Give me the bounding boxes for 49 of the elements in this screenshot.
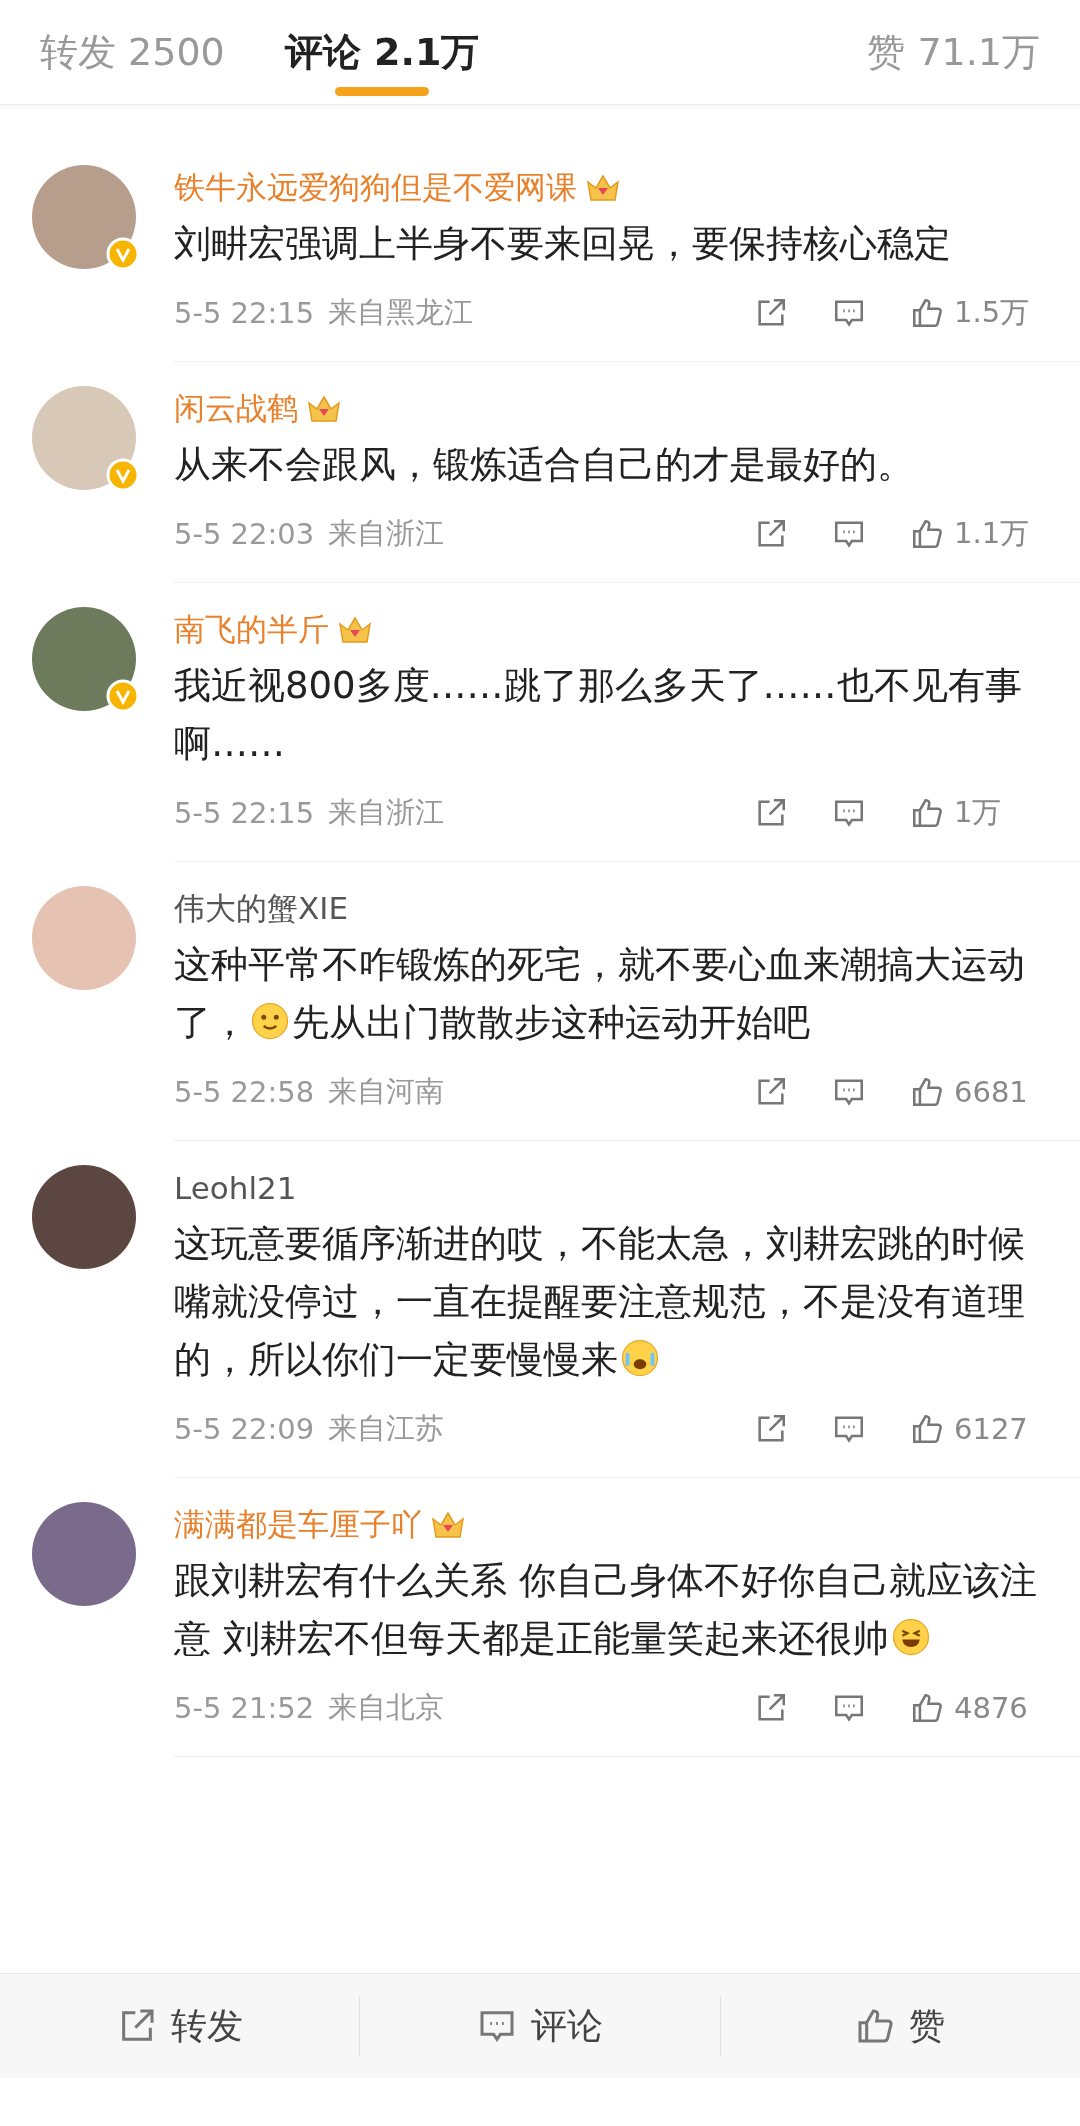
- comment-location: 来自黑龙江: [328, 294, 474, 331]
- share-bar-button[interactable]: 转发: [0, 1996, 361, 2056]
- comment-text: 这玩意要循序渐进的哎，不能太急，刘耕宏跳的时候嘴就没停过，一直在提醒要注意规范，不是没有道理的，所以你们一定要慢慢来: [174, 1221, 1026, 1383]
- thumbs-up-icon: [910, 296, 944, 330]
- crown-icon: [337, 614, 373, 646]
- comment-time: 5-5 22:03: [174, 517, 315, 551]
- comment-time: 5-5 22:58: [174, 1075, 315, 1109]
- thumbs-up-icon: [910, 517, 944, 551]
- like-bar-button[interactable]: 赞: [720, 1996, 1080, 2056]
- comment-location: 来自江苏: [328, 1410, 445, 1447]
- comment-location: 来自浙江: [328, 515, 445, 552]
- crown-icon: [430, 1509, 466, 1541]
- comment-time: 5-5 22:09: [174, 1412, 315, 1446]
- user-name[interactable]: Leohl21: [174, 1170, 297, 1206]
- like-button[interactable]: 1万: [910, 793, 1040, 833]
- user-name[interactable]: 伟大的蟹XIE: [174, 888, 348, 930]
- thumbs-up-icon: [910, 1691, 944, 1725]
- comment-text: 这种平常不咋锻炼的死宅，就不要心血来潮搞大运动了， 先从出门散散步这种运动开始吧: [174, 942, 1026, 1046]
- emoji-icon: [620, 1338, 660, 1378]
- crown-icon: [306, 393, 342, 425]
- comment-location: 来自浙江: [328, 794, 445, 831]
- crown-icon: [585, 172, 621, 204]
- like-button[interactable]: 6127: [910, 1412, 1040, 1446]
- comment-location: 来自河南: [328, 1073, 445, 1110]
- thumbs-up-icon: [910, 796, 944, 830]
- comment-text: 跟刘耕宏有什么关系 你自己身体不好你自己就应该注意 刘耕宏不但每天都是正能量笑起来还很帅: [174, 1558, 1038, 1662]
- like-button[interactable]: 4876: [910, 1691, 1040, 1725]
- like-button[interactable]: 1.5万: [910, 293, 1040, 333]
- comment-location: 来自北京: [328, 1689, 445, 1726]
- comment-text: 刘畊宏强调上半身不要来回晃，要保持核心稳定: [174, 221, 952, 267]
- like-button[interactable]: 1.1万: [910, 514, 1040, 554]
- comment-time: 5-5 22:15: [174, 796, 315, 830]
- comment-text: 从来不会跟风，锻炼适合自己的才是最好的。: [174, 442, 915, 488]
- user-name[interactable]: 闲云战鹤: [174, 388, 298, 430]
- user-name[interactable]: 南飞的半斤: [174, 609, 329, 651]
- comment-text: 我近视800多度……跳了那么多天了……也不见有事啊……: [174, 663, 1023, 767]
- user-name[interactable]: 满满都是车厘子吖: [174, 1504, 422, 1546]
- comment-time: 5-5 22:15: [174, 296, 315, 330]
- tab[interactable]: 评论 2.1万: [284, 0, 480, 104]
- like-button[interactable]: 6681: [910, 1075, 1040, 1109]
- comment-bar-button[interactable]: 评论: [360, 1996, 721, 2056]
- user-name[interactable]: 铁牛永远爱狗狗但是不爱网课: [174, 167, 577, 209]
- emoji-icon: [250, 1001, 290, 1041]
- thumbs-up-icon: [910, 1075, 944, 1109]
- comment-time: 5-5 21:52: [174, 1691, 315, 1725]
- tab[interactable]: 转发 2500: [40, 0, 225, 104]
- emoji-icon: [890, 1617, 931, 1657]
- tab[interactable]: 赞 71.1万: [867, 0, 1040, 104]
- thumbs-up-icon: [910, 1412, 944, 1446]
